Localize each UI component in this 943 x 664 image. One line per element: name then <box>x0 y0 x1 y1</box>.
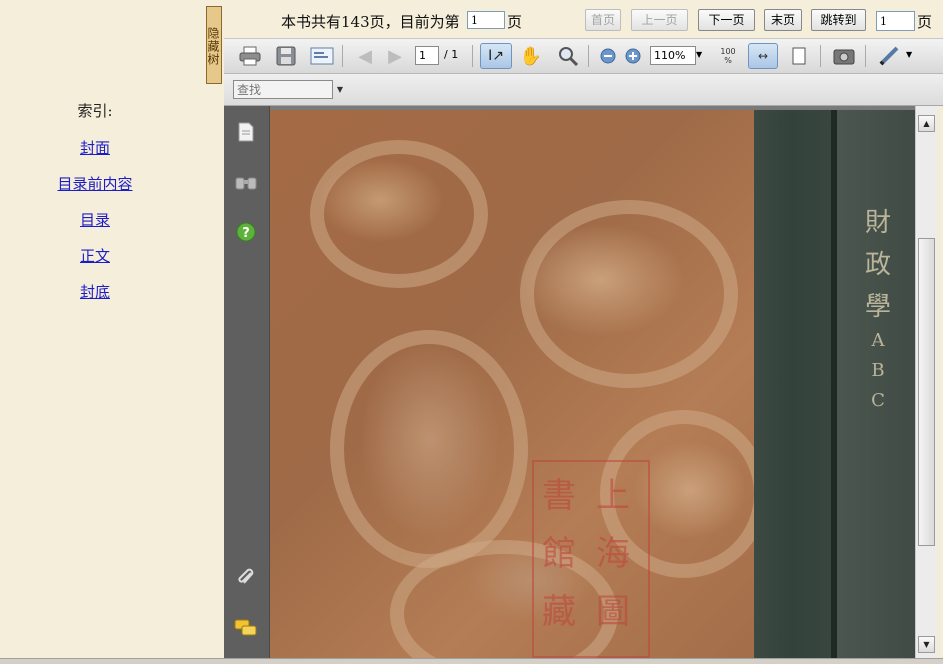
email-icon[interactable] <box>309 43 335 69</box>
zoom-out-icon[interactable] <box>595 43 621 69</box>
jump-page-input[interactable] <box>876 11 915 31</box>
hand-icon[interactable]: ✋ <box>518 43 544 69</box>
spine-char: B <box>871 360 885 381</box>
index-link-back-cover[interactable]: 封底 <box>0 281 190 302</box>
spine-char: A <box>871 330 885 351</box>
toolbar-page-total: / 1 <box>444 48 459 61</box>
pen-icon[interactable] <box>876 43 902 69</box>
select-text-icon[interactable]: I↗ <box>480 43 512 69</box>
toolbar-separator <box>865 45 866 67</box>
scrollbar-thumb[interactable] <box>918 238 935 546</box>
zoom-dropdown-icon[interactable]: ▼ <box>696 50 702 59</box>
book-nav-bar: 本书共有143页，目前为第 页 首页 上一页 下一页 末页 跳转到 页 <box>224 0 943 38</box>
index-title: 索引: <box>77 102 113 120</box>
book-spine <box>837 110 915 658</box>
scroll-down-icon[interactable]: ▼ <box>918 636 935 653</box>
search-binoculars-icon[interactable] <box>232 168 260 196</box>
spine-char: C <box>871 390 885 411</box>
toolbar-separator <box>820 45 821 67</box>
spine-char: 學 <box>864 292 891 322</box>
spine-char: 財 <box>864 208 891 238</box>
single-page-icon[interactable] <box>786 43 812 69</box>
comments-icon[interactable] <box>232 614 260 642</box>
status-bar <box>0 658 943 664</box>
library-seal-stamp: 書 上 館 海 藏 圖 <box>532 460 650 658</box>
total-pages-text: 本书共有143页，目前为第 <box>281 13 460 31</box>
book-cover-image: 書 上 館 海 藏 圖 財 政 學 A B C <box>270 110 915 658</box>
find-dropdown-icon[interactable]: ▼ <box>334 80 346 99</box>
toolbar-separator <box>342 45 343 67</box>
pages-icon[interactable] <box>232 118 260 146</box>
toolbar-page-input[interactable] <box>415 46 439 65</box>
zoom-tool-icon[interactable] <box>555 43 581 69</box>
index-link-toc[interactable]: 目录 <box>0 209 190 230</box>
scroll-up-icon[interactable]: ▲ <box>918 115 935 132</box>
find-bar: ▼ <box>224 74 943 106</box>
next-page-button[interactable]: 下一页 <box>698 9 755 31</box>
print-icon[interactable] <box>237 43 263 69</box>
last-page-button[interactable]: 末页 <box>764 9 802 31</box>
prev-page-button[interactable]: 上一页 <box>631 9 688 31</box>
navigation-panel-strip: ? <box>224 106 270 658</box>
pdf-toolbar: ◀ ▶ / 1 I↗ ✋ ▼ 100% ↔ ▼ <box>224 38 943 74</box>
toolbar-separator <box>472 45 473 67</box>
jump-page-suffix: 页 <box>917 13 933 31</box>
first-page-button[interactable]: 首页 <box>585 9 621 31</box>
find-input[interactable] <box>233 80 333 99</box>
index-pane: 索引: 封面 目录前内容 目录 正文 封底 <box>0 0 225 664</box>
page-suffix: 页 <box>507 13 523 31</box>
pen-dropdown-icon[interactable]: ▼ <box>906 50 912 59</box>
document-view[interactable]: 書 上 館 海 藏 圖 財 政 學 A B C <box>270 106 915 658</box>
fit-width-icon[interactable]: ↔ <box>748 43 778 69</box>
hide-tree-button[interactable]: 隐藏树 <box>206 6 222 84</box>
index-link-cover[interactable]: 封面 <box>0 137 190 158</box>
snapshot-icon[interactable] <box>831 43 857 69</box>
attachment-icon[interactable] <box>232 564 260 592</box>
prev-page-icon[interactable]: ◀ <box>352 43 378 69</box>
index-link-body[interactable]: 正文 <box>0 245 190 266</box>
fit-page-icon[interactable]: 100% <box>715 43 741 69</box>
vertical-scrollbar[interactable]: ▲ ▼ <box>915 106 937 658</box>
help-icon[interactable]: ? <box>232 218 260 246</box>
zoom-in-icon[interactable] <box>620 43 646 69</box>
current-page-input[interactable] <box>467 11 505 29</box>
next-page-icon[interactable]: ▶ <box>382 43 408 69</box>
toolbar-separator <box>588 45 589 67</box>
jump-to-button[interactable]: 跳转到 <box>811 9 866 31</box>
spine-char: 政 <box>864 250 891 280</box>
zoom-level-input[interactable] <box>650 46 696 65</box>
save-icon[interactable] <box>273 43 299 69</box>
index-link-preface[interactable]: 目录前内容 <box>0 173 190 194</box>
svg-text:?: ? <box>242 226 250 241</box>
